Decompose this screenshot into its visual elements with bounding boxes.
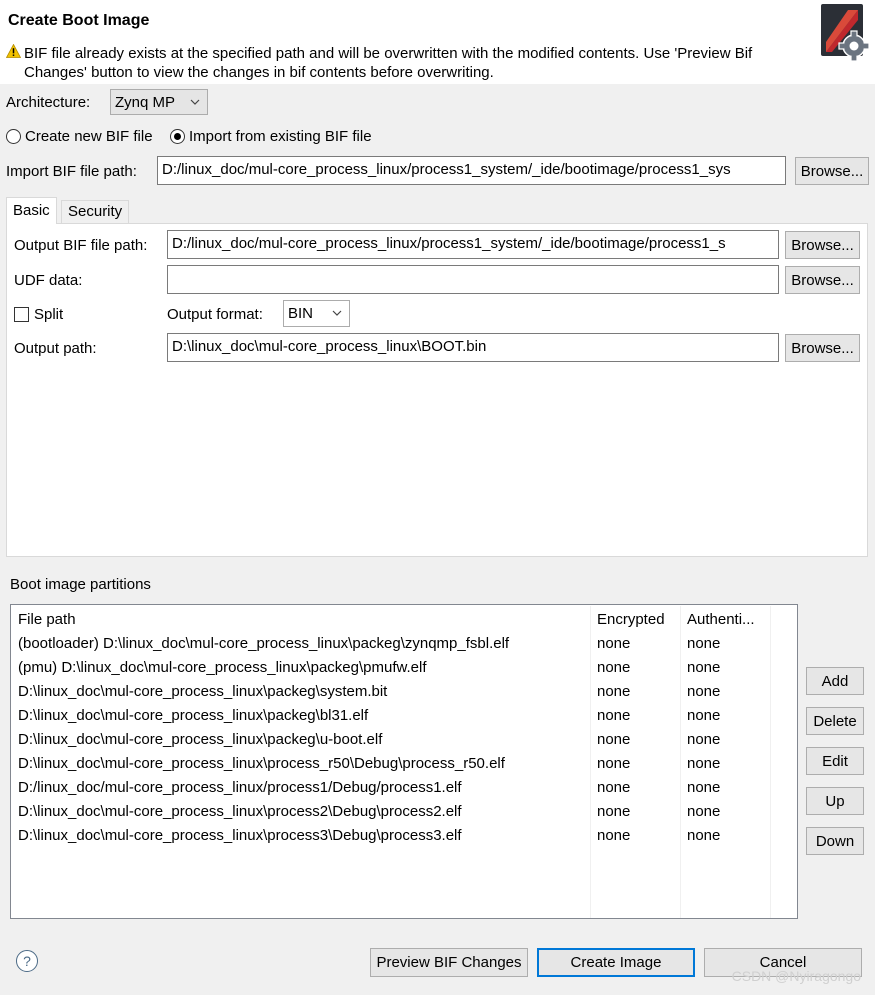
partition-authentication: none	[687, 827, 721, 844]
partition-authentication: none	[687, 659, 721, 676]
partition-file-path: D:/linux_doc/mul-core_process_linux/proc…	[18, 779, 462, 796]
partition-encrypted: none	[597, 707, 631, 724]
delete-partition-button[interactable]: Delete	[806, 707, 864, 735]
output-bif-path-label: Output BIF file path:	[14, 237, 148, 254]
udf-browse-button[interactable]: Browse...	[785, 266, 860, 294]
table-row[interactable]: D:\linux_doc\mul-core_process_linux\pack…	[11, 680, 771, 704]
column-header-encrypted[interactable]: Encrypted	[597, 608, 665, 632]
partition-encrypted: none	[597, 635, 631, 652]
partition-authentication: none	[687, 779, 721, 796]
partition-encrypted: none	[597, 731, 631, 748]
partition-encrypted: none	[597, 755, 631, 772]
table-row[interactable]: D:\linux_doc\mul-core_process_linux\proc…	[11, 800, 771, 824]
boot-image-partitions-label: Boot image partitions	[10, 576, 151, 593]
output-bif-path-input[interactable]: D:/linux_doc/mul-core_process_linux/proc…	[167, 230, 779, 259]
watermark: CSDN @Nyiragongo	[731, 968, 861, 984]
preview-bif-changes-button[interactable]: Preview BIF Changes	[370, 948, 528, 977]
architecture-label: Architecture:	[6, 94, 91, 111]
partition-file-path: (bootloader) D:\linux_doc\mul-core_proce…	[18, 635, 510, 652]
partition-authentication: none	[687, 803, 721, 820]
partition-authentication: none	[687, 683, 721, 700]
partition-file-path: D:\linux_doc\mul-core_process_linux\proc…	[18, 827, 462, 844]
edit-partition-button[interactable]: Edit	[806, 747, 864, 775]
udf-data-input[interactable]	[167, 265, 779, 294]
import-bif-label[interactable]: Import from existing BIF file	[189, 128, 372, 145]
partitions-table[interactable]: File path Encrypted Authenti... (bootloa…	[10, 604, 798, 919]
table-header-row: File path Encrypted Authenti...	[11, 608, 771, 632]
partition-authentication: none	[687, 635, 721, 652]
partition-file-path: D:\linux_doc\mul-core_process_linux\pack…	[18, 707, 369, 724]
table-row[interactable]: D:\linux_doc\mul-core_process_linux\pack…	[11, 704, 771, 728]
table-row[interactable]: D:\linux_doc\mul-core_process_linux\proc…	[11, 752, 771, 776]
move-up-button[interactable]: Up	[806, 787, 864, 815]
column-header-file-path[interactable]: File path	[18, 608, 76, 632]
boot-image-gear-icon	[821, 4, 870, 62]
partition-file-path: D:\linux_doc\mul-core_process_linux\proc…	[18, 755, 505, 772]
partition-file-path: D:\linux_doc\mul-core_process_linux\pack…	[18, 731, 383, 748]
chevron-down-icon	[332, 310, 342, 316]
table-row[interactable]: D:/linux_doc/mul-core_process_linux/proc…	[11, 776, 771, 800]
partition-file-path: (pmu) D:\linux_doc\mul-core_process_linu…	[18, 659, 427, 676]
table-row[interactable]: (bootloader) D:\linux_doc\mul-core_proce…	[11, 632, 771, 656]
column-header-authentication[interactable]: Authenti...	[687, 608, 755, 632]
partition-encrypted: none	[597, 803, 631, 820]
output-format-value: BIN	[288, 305, 314, 322]
output-bif-browse-button[interactable]: Browse...	[785, 231, 860, 259]
partition-encrypted: none	[597, 827, 631, 844]
partition-encrypted: none	[597, 683, 631, 700]
import-bif-radio[interactable]	[170, 129, 185, 144]
import-bif-path-label: Import BIF file path:	[6, 163, 137, 180]
dialog-title: Create Boot Image	[8, 12, 150, 29]
help-icon[interactable]: ?	[16, 950, 38, 972]
output-path-input[interactable]: D:\linux_doc\mul-core_process_linux\BOOT…	[167, 333, 779, 362]
tab-security[interactable]: Security	[61, 200, 130, 223]
partition-authentication: none	[687, 755, 721, 772]
architecture-select[interactable]: Zynq MP	[110, 89, 208, 115]
chevron-down-icon	[190, 99, 200, 105]
split-label[interactable]: Split	[34, 306, 63, 323]
create-new-bif-label[interactable]: Create new BIF file	[25, 128, 153, 145]
output-path-browse-button[interactable]: Browse...	[785, 334, 860, 362]
architecture-value: Zynq MP	[115, 93, 176, 111]
create-new-bif-radio[interactable]	[6, 129, 21, 144]
table-row[interactable]: (pmu) D:\linux_doc\mul-core_process_linu…	[11, 656, 771, 680]
tab-basic[interactable]: Basic	[6, 197, 57, 224]
partition-authentication: none	[687, 731, 721, 748]
import-bif-browse-button[interactable]: Browse...	[795, 157, 869, 185]
partition-encrypted: none	[597, 659, 631, 676]
output-path-label: Output path:	[14, 340, 97, 357]
warning-icon	[6, 44, 21, 58]
partition-file-path: D:\linux_doc\mul-core_process_linux\pack…	[18, 683, 388, 700]
create-image-button[interactable]: Create Image	[537, 948, 695, 977]
table-row[interactable]: D:\linux_doc\mul-core_process_linux\proc…	[11, 824, 771, 848]
partition-file-path: D:\linux_doc\mul-core_process_linux\proc…	[18, 803, 462, 820]
output-format-select[interactable]: BIN	[283, 300, 350, 327]
move-down-button[interactable]: Down	[806, 827, 864, 855]
import-bif-path-input[interactable]: D:/linux_doc/mul-core_process_linux/proc…	[157, 156, 786, 185]
table-row[interactable]: D:\linux_doc\mul-core_process_linux\pack…	[11, 728, 771, 752]
partition-encrypted: none	[597, 779, 631, 796]
output-format-label: Output format:	[167, 306, 263, 323]
warning-message: BIF file already exists at the specified…	[24, 45, 753, 81]
udf-data-label: UDF data:	[14, 272, 83, 289]
split-checkbox[interactable]	[14, 307, 29, 322]
partition-authentication: none	[687, 707, 721, 724]
add-partition-button[interactable]: Add	[806, 667, 864, 695]
